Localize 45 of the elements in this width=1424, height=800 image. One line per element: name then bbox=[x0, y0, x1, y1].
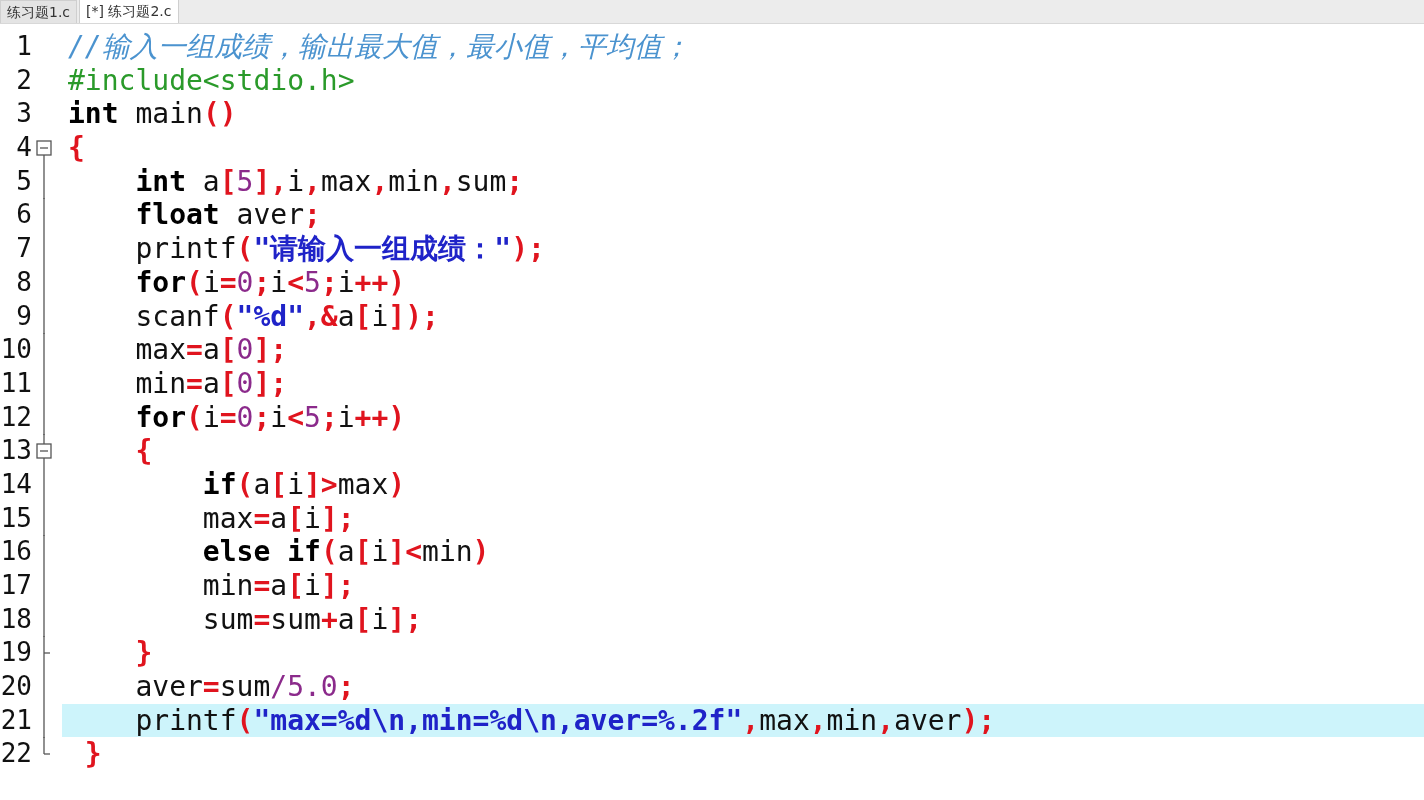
code-line: float aver; bbox=[134, 198, 322, 233]
line-number: 6 bbox=[15, 198, 32, 232]
line-number: 10 bbox=[0, 333, 32, 367]
line-number: 13 bbox=[0, 434, 32, 468]
line-number: 8 bbox=[15, 265, 32, 299]
line-number: 22 bbox=[0, 737, 32, 771]
line-number: 5 bbox=[15, 164, 32, 198]
code-line: max=a[i]; bbox=[201, 501, 356, 536]
line-number: 20 bbox=[0, 670, 32, 704]
line-number: 11 bbox=[0, 366, 32, 400]
line-number: 1 bbox=[15, 30, 32, 63]
code-line: { bbox=[67, 131, 86, 165]
line-number: 19 bbox=[0, 636, 32, 670]
code-line: max=a[0]; bbox=[134, 333, 289, 367]
line-number: 12 bbox=[0, 400, 32, 434]
code-line: //输入一组成绩，输出最大值，最小值，平均值； bbox=[67, 30, 691, 64]
line-number: 3 bbox=[15, 97, 32, 131]
code-line: for(i=0;i<5;i++) bbox=[134, 400, 407, 435]
file-tab[interactable]: [*] 练习题2.c bbox=[79, 0, 179, 23]
line-number: 2 bbox=[15, 63, 32, 97]
code-line: sum=sum+a[i]; bbox=[201, 602, 424, 637]
line-number: 14 bbox=[0, 467, 32, 501]
code-line: min=a[0]; bbox=[134, 366, 289, 401]
code-line: for(i=0;i<5;i++) bbox=[134, 265, 407, 300]
line-number: 9 bbox=[15, 299, 32, 333]
code-line: printf("请输入一组成绩："); bbox=[134, 232, 546, 266]
code-line: min=a[i]; bbox=[201, 569, 356, 603]
code-line: scanf("%d",&a[i]); bbox=[134, 299, 440, 334]
code-line: #include<stdio.h> bbox=[67, 63, 356, 98]
line-number: 7 bbox=[15, 232, 32, 266]
code-line: { bbox=[134, 434, 154, 468]
line-number: 16 bbox=[0, 535, 32, 569]
line-number: 15 bbox=[0, 501, 32, 535]
code-line: else if(a[i]<min) bbox=[201, 535, 491, 569]
line-number: 4 bbox=[15, 131, 32, 165]
code-line: int main() bbox=[67, 97, 238, 132]
code-line: } bbox=[134, 636, 154, 671]
code-line: } bbox=[83, 737, 103, 772]
line-number: 21 bbox=[0, 703, 32, 737]
line-number: 18 bbox=[0, 602, 32, 636]
file-tab[interactable]: 练习题1.c bbox=[0, 0, 78, 23]
code-line: int a[5],i,max,min,sum; bbox=[134, 164, 525, 199]
line-number: 17 bbox=[0, 569, 32, 602]
code-line: aver=sum/5.0; bbox=[134, 670, 356, 704]
code-line: if(a[i]>max) bbox=[201, 467, 407, 502]
